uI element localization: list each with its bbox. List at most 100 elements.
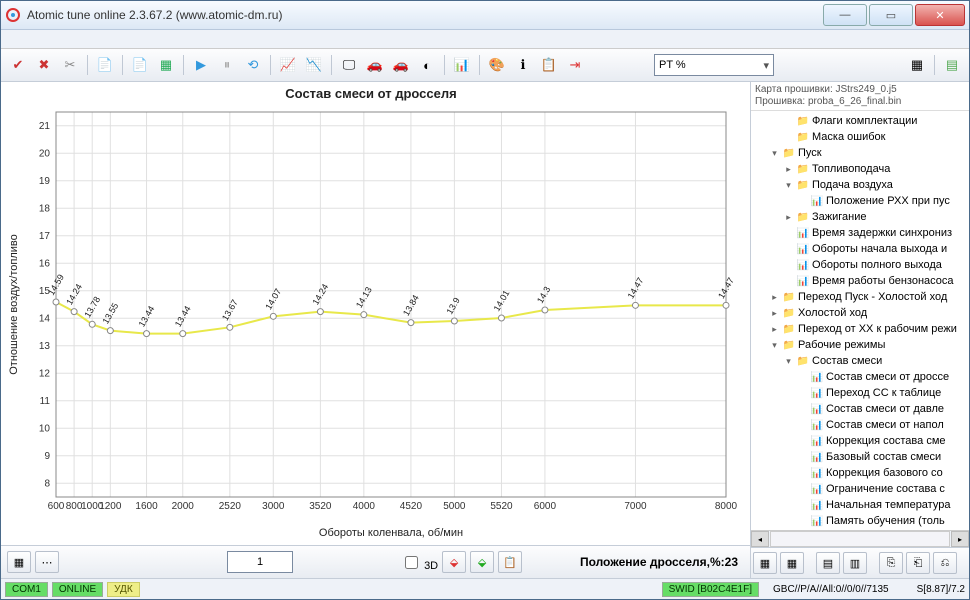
tree-hscroll[interactable]: ◂ ▸: [751, 530, 969, 547]
svg-text:8: 8: [44, 478, 50, 489]
tree-item[interactable]: ▾📁Состав смеси: [751, 353, 969, 369]
svg-text:14.3: 14.3: [535, 285, 552, 305]
tree-item[interactable]: ▾📁Пуск: [751, 145, 969, 161]
side-btn-4[interactable]: ▥: [843, 552, 867, 574]
svg-text:16: 16: [39, 258, 51, 269]
close-button[interactable]: ✕: [915, 4, 965, 26]
doc-icon[interactable]: 📄: [129, 54, 151, 76]
tree-item[interactable]: ▾📁Рабочие режимы: [751, 337, 969, 353]
row-input[interactable]: [227, 551, 293, 573]
svg-text:13.78: 13.78: [82, 295, 102, 320]
svg-text:5000: 5000: [443, 501, 466, 512]
tree-item[interactable]: 📊Время работы бензонасоса: [751, 273, 969, 289]
svg-text:7000: 7000: [624, 501, 647, 512]
side-btn-5[interactable]: ⎘: [879, 552, 903, 574]
car-red-icon[interactable]: 🚗: [390, 54, 412, 76]
line-chart[interactable]: Состав смеси от дросселя8910111213141516…: [1, 82, 741, 542]
car-blue-icon[interactable]: 🚗: [364, 54, 386, 76]
status-online: ONLINE: [52, 582, 103, 597]
unit-combo[interactable]: PT % ▾: [654, 54, 774, 76]
tree-item[interactable]: 📊Память обучения (толь: [751, 513, 969, 529]
grid-icon[interactable]: ▦: [906, 54, 928, 76]
tree-item[interactable]: 📊Состав смеси от давле: [751, 401, 969, 417]
titlebar[interactable]: Atomic tune online 2.3.67.2 (www.atomic-…: [1, 1, 969, 30]
chart-icon: 📊: [810, 514, 824, 528]
chevron-down-icon: ▾: [763, 59, 769, 72]
chart-icon: 📊: [810, 370, 824, 384]
tree-item[interactable]: 📊Обороты полного выхода: [751, 257, 969, 273]
tree-item[interactable]: 📊Состав смеси от напол: [751, 417, 969, 433]
copy-icon[interactable]: 📄: [94, 54, 116, 76]
tree-item[interactable]: 📊Базовый состав смеси: [751, 449, 969, 465]
map-tree[interactable]: 📁Флаги комплектации📁Маска ошибок▾📁Пуск▸📁…: [751, 111, 969, 530]
tree-item[interactable]: ▸📁Холостой ход: [751, 305, 969, 321]
monitor-icon[interactable]: 🖵: [338, 54, 360, 76]
maximize-button[interactable]: ▭: [869, 4, 913, 26]
panel-icon[interactable]: ▤: [941, 54, 963, 76]
pause-icon[interactable]: ⏸: [216, 54, 238, 76]
marker-green-icon[interactable]: ⬙: [470, 551, 494, 573]
chart-bottom-bar: ▦ ⋯ 3D ⬙ ⬙ 📋 Положение дросселя,%:23: [1, 545, 750, 578]
scroll-right-icon[interactable]: ▸: [951, 531, 969, 547]
scroll-left-icon[interactable]: ◂: [751, 531, 769, 547]
folder-icon: 📁: [782, 146, 796, 160]
tools-icon[interactable]: ✂: [59, 54, 81, 76]
cancel-icon[interactable]: ✖: [33, 54, 55, 76]
bars-icon[interactable]: 📊: [451, 54, 473, 76]
tree-item[interactable]: 📁Маска ошибок: [751, 129, 969, 145]
play-icon[interactable]: ▶: [190, 54, 212, 76]
folder-icon: 📁: [782, 306, 796, 320]
status-udk: УДК: [107, 582, 140, 597]
menubar: [1, 30, 969, 49]
cb-3d[interactable]: 3D: [401, 553, 438, 572]
window-title: Atomic tune online 2.3.67.2 (www.atomic-…: [27, 8, 823, 22]
svg-text:19: 19: [39, 176, 51, 187]
side-btn-3[interactable]: ▤: [816, 552, 840, 574]
tree-item[interactable]: 📊Ограничение состава с: [751, 481, 969, 497]
table-button[interactable]: ▦: [7, 551, 31, 573]
more-button[interactable]: ⋯: [35, 551, 59, 573]
side-btn-1[interactable]: ▦: [753, 552, 777, 574]
apply-icon[interactable]: ✔: [7, 54, 29, 76]
svg-text:13: 13: [39, 341, 51, 352]
tree-item[interactable]: 📊Обороты начала выхода и: [751, 241, 969, 257]
chart-icon: 📊: [810, 386, 824, 400]
svg-text:600: 600: [48, 501, 65, 512]
svg-text:4000: 4000: [353, 501, 376, 512]
chart1-icon[interactable]: 📈: [277, 54, 299, 76]
svg-text:13.55: 13.55: [100, 301, 120, 326]
tree-item[interactable]: 📊Переход СС к таблице: [751, 385, 969, 401]
info-icon[interactable]: ℹ: [512, 54, 534, 76]
svg-text:14.13: 14.13: [354, 285, 374, 310]
folder-icon: 📁: [796, 210, 810, 224]
chip-icon[interactable]: ▦: [155, 54, 177, 76]
tree-item[interactable]: 📊Начальная температура: [751, 497, 969, 513]
tree-item[interactable]: ▸📁Переход Пуск - Холостой ход: [751, 289, 969, 305]
chart-icon: 📊: [810, 418, 824, 432]
palette-icon[interactable]: 🎨: [486, 54, 508, 76]
gauge-icon[interactable]: ◐: [416, 54, 438, 76]
note-icon[interactable]: 📋: [538, 54, 560, 76]
refresh-icon[interactable]: ⟲: [242, 54, 264, 76]
tree-item[interactable]: ▾📁Подача воздуха: [751, 177, 969, 193]
side-btn-7[interactable]: ⎌: [933, 552, 957, 574]
tree-item[interactable]: 📊Коррекция базового со: [751, 465, 969, 481]
svg-text:13.84: 13.84: [401, 293, 421, 318]
tree-item[interactable]: ▸📁Переход от ХХ к рабочим режи: [751, 321, 969, 337]
minimize-button[interactable]: —: [823, 4, 867, 26]
svg-text:4520: 4520: [400, 501, 423, 512]
tree-item[interactable]: 📁Флаги комплектации: [751, 113, 969, 129]
tree-item[interactable]: 📊Время задержки синхрониз: [751, 225, 969, 241]
chart2-icon[interactable]: 📉: [303, 54, 325, 76]
svg-text:14.47: 14.47: [716, 276, 736, 301]
tree-item[interactable]: 📊Положение РХХ при пус: [751, 193, 969, 209]
tree-item[interactable]: 📊Коррекция состава сме: [751, 433, 969, 449]
copy2-icon[interactable]: 📋: [498, 551, 522, 573]
tree-item[interactable]: ▸📁Топливоподача: [751, 161, 969, 177]
exit-icon[interactable]: ⇥: [564, 54, 586, 76]
side-btn-6[interactable]: ⎗: [906, 552, 930, 574]
marker-red-icon[interactable]: ⬙: [442, 551, 466, 573]
tree-item[interactable]: ▸📁Зажигание: [751, 209, 969, 225]
side-btn-2[interactable]: ▦: [780, 552, 804, 574]
tree-item[interactable]: 📊Состав смеси от дроссе: [751, 369, 969, 385]
